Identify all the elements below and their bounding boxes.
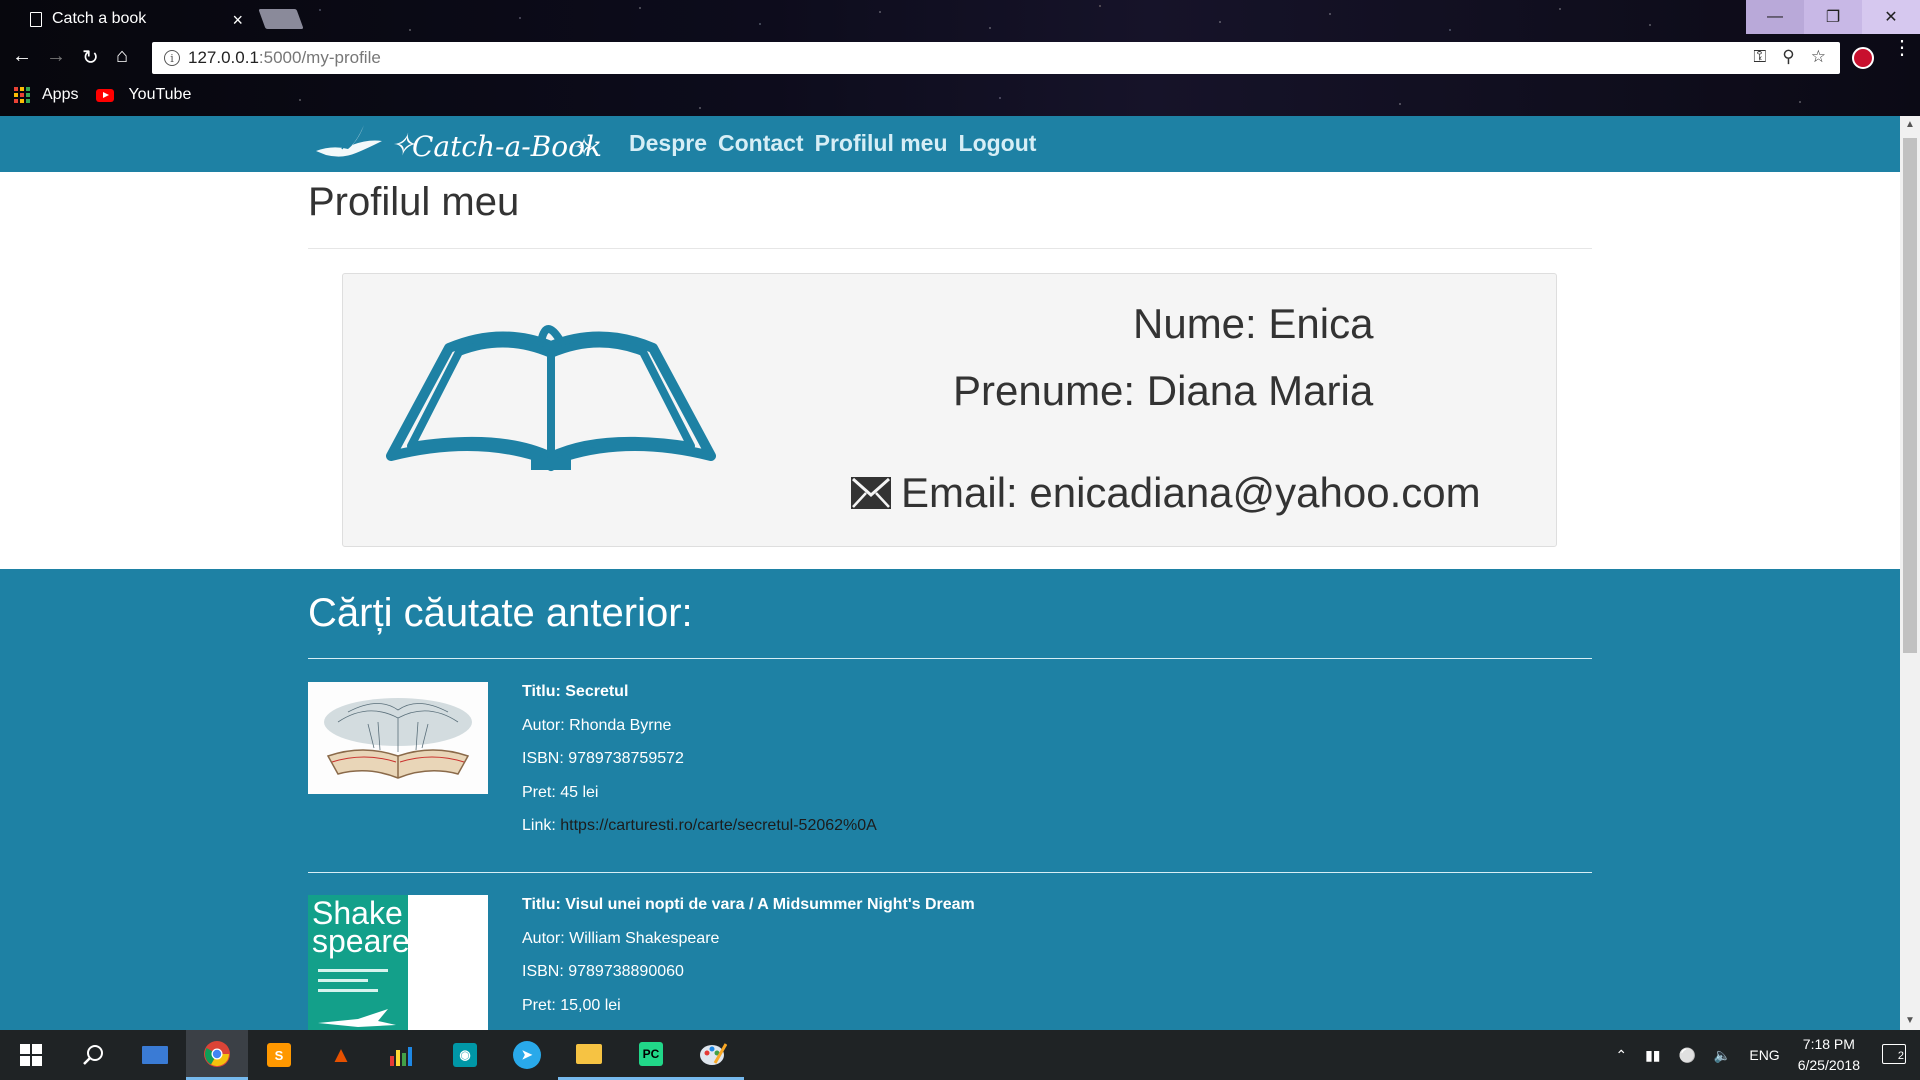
apps-grid-icon[interactable]: [14, 87, 30, 103]
volume-icon[interactable]: 🔈: [1714, 1047, 1731, 1064]
search-icon[interactable]: [62, 1030, 124, 1080]
book-title: Titlu: Secretul: [522, 683, 629, 700]
tab-title: Catch a book: [52, 10, 147, 27]
browser-menu-icon[interactable]: ⋮: [1892, 38, 1912, 58]
reload-icon[interactable]: ↻: [82, 45, 99, 70]
sublime-text-icon[interactable]: S: [248, 1030, 310, 1080]
envelope-icon: [851, 477, 891, 509]
window-controls: — ❐ ✕: [1746, 0, 1920, 34]
search-history-section: Cărți căutate anterior: Titlu: Secretul …: [0, 569, 1900, 1030]
bookmark-youtube[interactable]: YouTube: [128, 86, 191, 104]
wifi-icon[interactable]: ⚪: [1678, 1047, 1695, 1064]
extension-icon[interactable]: [1852, 47, 1874, 69]
url-path: :5000/my-profile: [258, 48, 381, 67]
task-view-icon[interactable]: [124, 1030, 186, 1080]
profile-first-name: Prenume: Diana Maria: [953, 367, 1374, 414]
book-author: Autor: Rhonda Byrne: [522, 716, 672, 734]
cover-text: Shake speare: [312, 895, 410, 959]
page-scrollbar[interactable]: ▲ ▼: [1900, 116, 1920, 1030]
clock[interactable]: 7:18 PM 6/25/2018: [1798, 1034, 1860, 1076]
book-cover-visul-unei-nopti: Shake speare: [308, 895, 488, 1030]
history-title: Cărți căutate anterior:: [308, 591, 693, 635]
nav-about[interactable]: Despre: [629, 130, 707, 157]
browser-tab[interactable]: Catch a book ×: [14, 0, 259, 38]
nav-contact[interactable]: Contact: [718, 130, 804, 157]
book-info: Titlu: Secretul Autor: Rhonda Byrne ISBN…: [522, 675, 877, 843]
site-logo[interactable]: ✧ Catch-a-Book ✧: [312, 119, 602, 169]
tab-close-icon[interactable]: ×: [232, 10, 243, 31]
camera-app-icon[interactable]: ◉: [434, 1030, 496, 1080]
new-tab-button[interactable]: [258, 9, 304, 29]
system-tray: ⌃ ▮▮ ⚪ 🔈 ENG 7:18 PM 6/25/2018: [1615, 1030, 1860, 1080]
youtube-icon: [96, 88, 115, 102]
back-arrow-icon[interactable]: ←: [12, 45, 32, 68]
chrome-taskbar-icon[interactable]: [186, 1030, 248, 1080]
clock-time: 7:18 PM: [1802, 1036, 1855, 1052]
scroll-up-icon[interactable]: ▲: [1900, 116, 1920, 134]
zoom-icon[interactable]: ⚲: [1782, 47, 1794, 67]
main-nav: Despre Contact Profilul meu Logout: [629, 130, 1036, 157]
web-page: ✧ Catch-a-Book ✧ Despre Contact Profilul…: [0, 116, 1900, 1030]
pycharm-icon[interactable]: PC: [620, 1030, 682, 1080]
address-bar[interactable]: i 127.0.0.1:5000/my-profile ⚿ ⚲ ☆: [152, 42, 1840, 74]
book-price: Pret: 15,00 lei: [522, 996, 621, 1014]
book-cover-secretul: [308, 682, 488, 794]
notifications-icon[interactable]: 2: [1882, 1044, 1906, 1064]
minimize-button[interactable]: —: [1746, 0, 1804, 34]
equalizer-app-icon[interactable]: [372, 1030, 434, 1080]
matlab-icon[interactable]: ▲: [310, 1030, 372, 1080]
profile-last-name: Nume: Enica: [1133, 300, 1374, 347]
profile-email-row: Email: enicadiana@yahoo.com: [851, 469, 1481, 517]
profile-card: Nume: Enica Prenume: Diana Maria Email: …: [342, 273, 1557, 547]
bookmark-apps[interactable]: Apps: [42, 86, 78, 104]
scrollbar-thumb[interactable]: [1903, 138, 1917, 653]
book-link[interactable]: https://carturesti.ro/carte/secretul-520…: [560, 817, 877, 834]
windows-logo-icon: [20, 1044, 42, 1066]
svg-text:✧: ✧: [574, 133, 594, 161]
telegram-icon[interactable]: ➤: [496, 1030, 558, 1080]
bookmarks-bar: Apps YouTube: [14, 86, 191, 104]
divider: [308, 248, 1592, 249]
maximize-button[interactable]: ❐: [1804, 0, 1862, 34]
browser-chrome: Catch a book × — ❐ ✕ ← → ↻ ⌂ i 127.0.0.1…: [0, 0, 1920, 116]
scroll-down-icon[interactable]: ▼: [1900, 1012, 1920, 1030]
chevron-up-icon[interactable]: ⌃: [1615, 1047, 1627, 1064]
book-title: Titlu: Visul unei nopti de vara / A Mids…: [522, 896, 975, 913]
notification-count: 2: [1897, 1050, 1904, 1062]
home-icon[interactable]: ⌂: [116, 45, 128, 68]
book-author: Autor: William Shakespeare: [522, 929, 720, 947]
page-title: Profilul meu: [308, 180, 520, 224]
book-isbn: ISBN: 9789738890060: [522, 963, 684, 980]
divider: [308, 872, 1592, 873]
book-isbn: ISBN: 9789738759572: [522, 750, 684, 767]
clock-date: 6/25/2018: [1797, 1057, 1860, 1073]
battery-icon[interactable]: ▮▮: [1645, 1047, 1660, 1064]
bookmark-star-icon[interactable]: ☆: [1811, 47, 1826, 67]
windows-taskbar: S ▲ ◉ ➤ PC ⌃ ▮▮ ⚪ 🔈 ENG 7:18 PM 6/25/201…: [0, 1030, 1920, 1080]
key-icon[interactable]: ⚿: [1753, 47, 1766, 67]
site-info-icon[interactable]: i: [164, 50, 180, 66]
nav-profile[interactable]: Profilul meu: [815, 130, 948, 157]
book-info: Titlu: Visul unei nopti de vara / A Mids…: [522, 888, 975, 1022]
forward-arrow-icon[interactable]: →: [46, 45, 66, 68]
divider: [308, 658, 1592, 659]
book-price: Pret: 45 lei: [522, 783, 599, 801]
language-indicator[interactable]: ENG: [1749, 1047, 1779, 1063]
file-explorer-icon[interactable]: [558, 1030, 620, 1080]
profile-email: Email: enicadiana@yahoo.com: [901, 469, 1481, 516]
document-icon: [30, 11, 42, 27]
paint-app-icon[interactable]: [682, 1030, 744, 1080]
book-link-label: Link:: [522, 817, 561, 834]
nav-logout[interactable]: Logout: [959, 130, 1037, 157]
url-host: 127.0.0.1: [188, 48, 259, 67]
site-navbar: ✧ Catch-a-Book ✧ Despre Contact Profilul…: [0, 116, 1900, 172]
start-button[interactable]: [0, 1030, 62, 1080]
close-window-button[interactable]: ✕: [1862, 0, 1920, 34]
book-link-row: Link: https://carturesti.ro/carte/secret…: [522, 809, 877, 843]
